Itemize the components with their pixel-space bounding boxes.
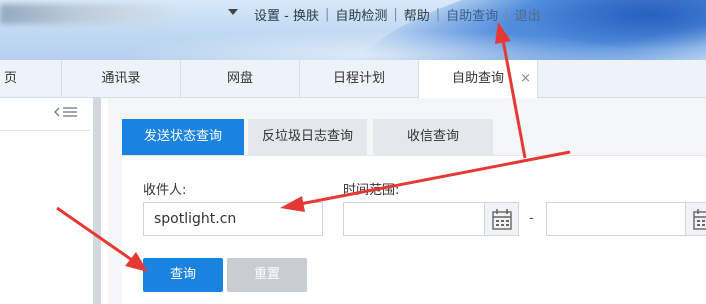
tab-label: 日程计划 — [332, 71, 385, 86]
tab-contacts[interactable]: 通讯录 — [62, 60, 181, 97]
tab-self-query[interactable]: 自助查询 × — [419, 60, 538, 98]
search-button[interactable]: 查询 — [143, 258, 223, 292]
tab-label: 网盘 — [226, 71, 253, 86]
subtab-label: 收信查询 — [406, 129, 459, 144]
subtab-label: 发送状态查询 — [143, 129, 222, 144]
calendar-icon[interactable] — [686, 202, 706, 236]
topnav-settings-skin[interactable]: 设置 - 换肤 — [248, 5, 325, 24]
range-dash: - — [529, 211, 534, 226]
collapse-menu-icon[interactable] — [54, 106, 78, 120]
topnav-self-query[interactable]: 自助查询 — [440, 5, 504, 24]
topnav-help[interactable]: 帮助 — [398, 5, 436, 24]
top-header: 设置 - 换肤 | 自助检测 | 帮助 | 自助查询 | 退出 — [0, 0, 706, 60]
tab-home[interactable]: 页 — [0, 60, 62, 97]
reset-button[interactable]: 重置 — [227, 258, 307, 292]
subtab-send-status[interactable]: 发送状态查询 — [122, 119, 244, 155]
start-date-input[interactable] — [343, 202, 485, 236]
account-dropdown-icon[interactable] — [228, 9, 238, 15]
end-date-input[interactable] — [546, 202, 686, 236]
tab-netdisk[interactable]: 网盘 — [181, 60, 300, 97]
tab-bar: 页 通讯录 网盘 日程计划 自助查询 × — [0, 60, 706, 98]
recipient-input[interactable] — [143, 202, 323, 236]
subtab-label: 反垃圾日志查询 — [261, 129, 353, 144]
tab-label: 页 — [4, 71, 18, 86]
tab-calendar[interactable]: 日程计划 — [300, 60, 419, 97]
sidebar-scrollbar[interactable] — [93, 98, 101, 304]
calendar-icon[interactable] — [485, 202, 519, 236]
topnav-logout[interactable]: 退出 — [509, 5, 547, 24]
tab-label: 自助查询 — [451, 71, 504, 86]
close-icon[interactable]: × — [520, 60, 531, 97]
subtab-antispam-log[interactable]: 反垃圾日志查询 — [248, 119, 367, 155]
recipient-label: 收件人: — [143, 183, 187, 198]
top-nav: 设置 - 换肤 | 自助检测 | 帮助 | 自助查询 | 退出 — [248, 4, 547, 24]
account-name-redacted — [0, 4, 180, 24]
subtab-receive-query[interactable]: 收信查询 — [373, 119, 493, 155]
query-content: 发送状态查询 反垃圾日志查询 收信查询 收件人: 时间范围: - — [108, 98, 706, 304]
query-form: 收件人: 时间范围: - — [122, 156, 706, 304]
time-range-label: 时间范围: — [343, 183, 400, 198]
tab-label: 通讯录 — [101, 71, 141, 86]
left-sidebar — [0, 98, 92, 304]
topnav-self-check[interactable]: 自助检测 — [329, 5, 393, 24]
sidebar-divider — [0, 130, 90, 131]
